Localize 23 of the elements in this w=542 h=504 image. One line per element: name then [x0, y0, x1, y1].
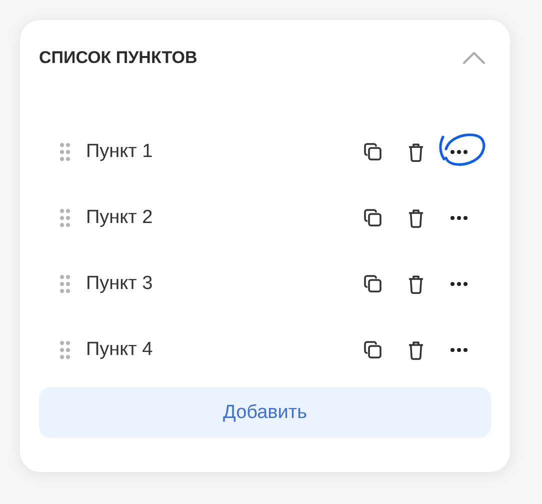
copy-icon: [364, 275, 382, 293]
item-label: Пункт 3: [86, 273, 154, 295]
chevron-icon: [463, 52, 485, 64]
drag-handle-icon[interactable]: [59, 274, 71, 294]
drag-handle-icon[interactable]: [59, 142, 71, 162]
item-label: Пункт 1: [86, 141, 154, 163]
drag-handle-icon[interactable]: [59, 340, 71, 360]
copy-icon: [364, 341, 382, 359]
more-icon: [450, 216, 468, 220]
drag-handle-icon[interactable]: [59, 208, 71, 228]
item-label: Пункт 4: [86, 339, 154, 361]
trash-icon: [408, 208, 424, 228]
copy-icon: [364, 143, 382, 161]
more-icon: [450, 150, 468, 154]
add-button[interactable]: Добавить: [39, 387, 491, 438]
more-icon: [450, 282, 468, 286]
more-icon: [450, 348, 468, 352]
copy-icon: [364, 209, 382, 227]
panel-title: СПИСОК ПУНКТОВ: [39, 48, 198, 68]
trash-icon: [408, 274, 424, 294]
trash-icon: [408, 340, 424, 360]
item-label: Пункт 2: [86, 207, 154, 229]
trash-icon: [408, 142, 424, 162]
